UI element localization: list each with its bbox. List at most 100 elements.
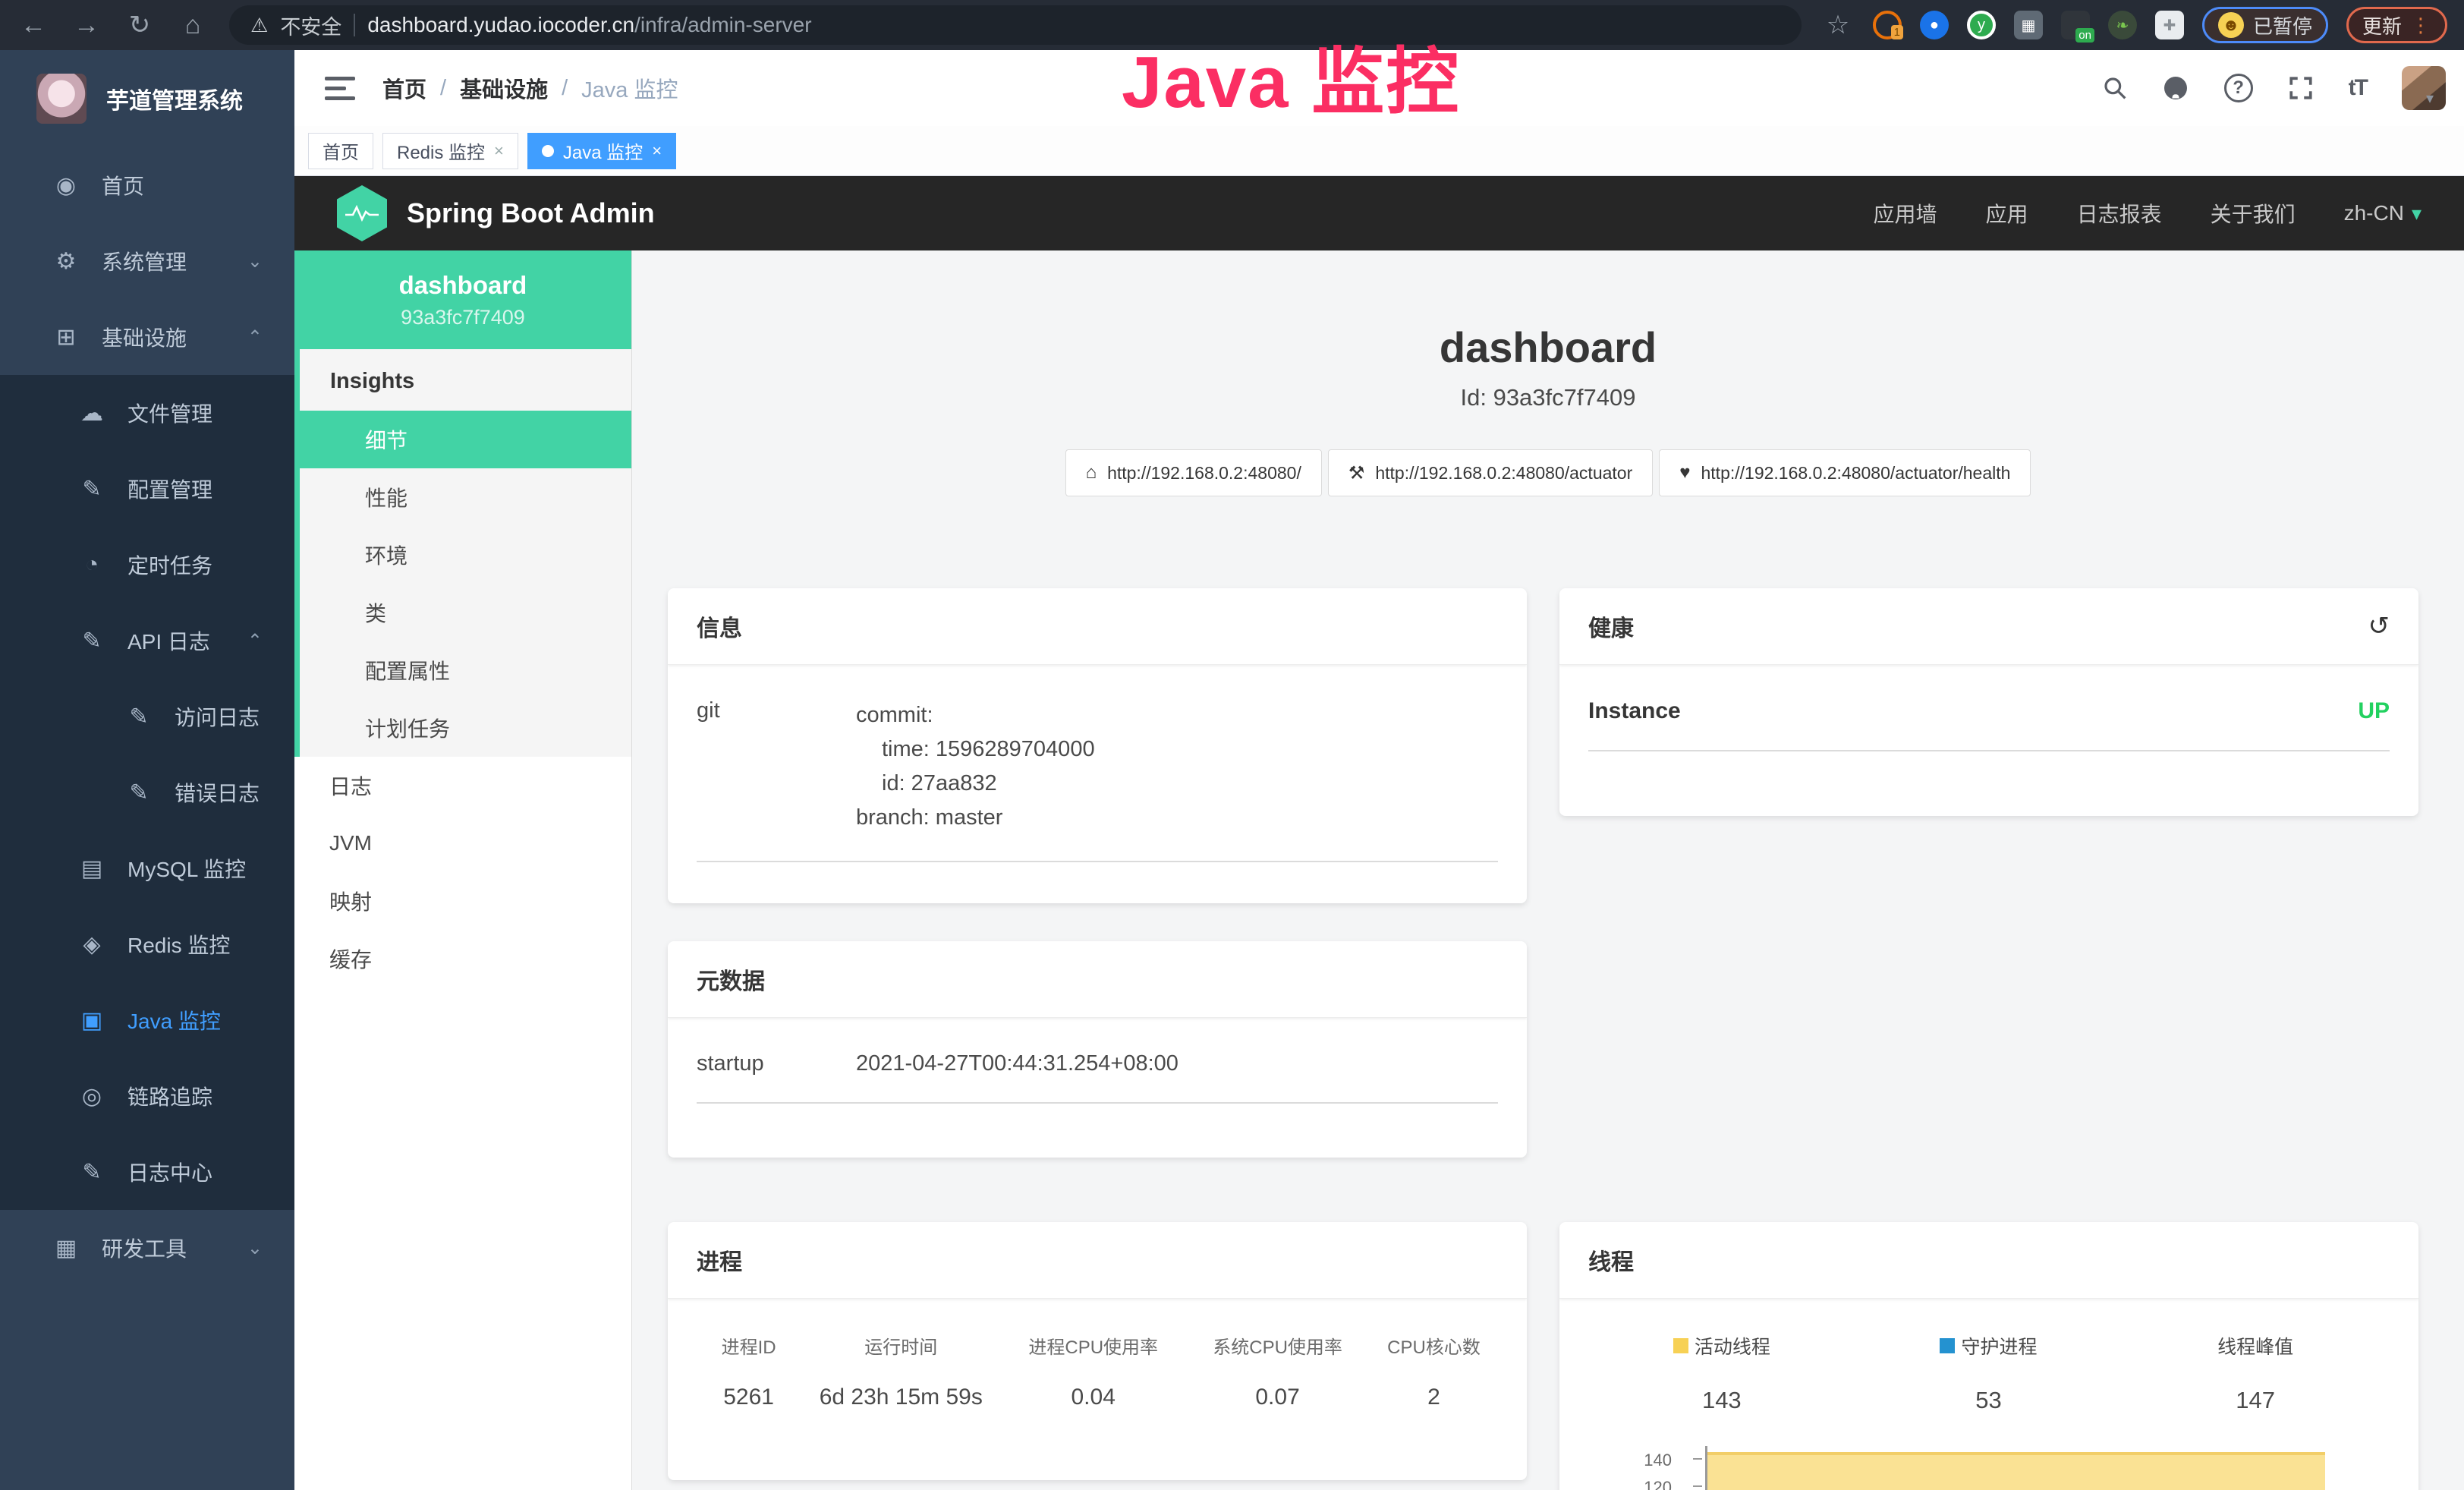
sba-item-caches[interactable]: 缓存 (294, 930, 631, 988)
sba-item-logs[interactable]: 日志 (294, 757, 631, 814)
sba-nav-wallboard[interactable]: 应用墙 (1874, 198, 1937, 228)
admin-sidebar: 芋道管理系统 ◉ 首页 ⚙ 系统管理 ⌄ ⊞ 基础设施 ⌃ ☁ 文件管理 (0, 50, 294, 1490)
extension-leaf-icon[interactable]: ❧ (2108, 11, 2137, 39)
paused-pill[interactable]: ☻ 已暂停 (2202, 7, 2328, 43)
log-icon: ✎ (126, 704, 152, 730)
user-menu[interactable]: ▾ (2402, 66, 2434, 110)
back-icon[interactable]: ← (17, 11, 50, 40)
sidebar-item-api-log[interactable]: ✎ API 日志 ⌃ (0, 603, 294, 679)
sba-item-config-props[interactable]: 配置属性 (300, 641, 631, 699)
kebab-menu-icon: ⋮ (2411, 14, 2431, 37)
health-card-title: 健康 (1588, 610, 1634, 643)
process-card-title: 进程 (697, 1243, 742, 1277)
extensions-puzzle-icon[interactable]: ✚ (2155, 11, 2184, 39)
address-bar[interactable]: ⚠ 不安全 dashboard.yudao.iocoder.cn/infra/a… (229, 5, 1802, 45)
sba-item-environment[interactable]: 环境 (300, 526, 631, 584)
tag-redis-monitor[interactable]: Redis 监控× (382, 133, 518, 169)
github-icon[interactable] (2162, 74, 2189, 102)
history-icon[interactable]: ↺ (2368, 611, 2390, 641)
cloud-upload-icon: ☁ (79, 400, 105, 427)
extension-switch-icon[interactable]: on (2061, 11, 2090, 39)
sba-header: Spring Boot Admin 应用墙 应用 日志报表 关于我们 zh-CN… (294, 176, 2464, 250)
chevron-up-icon: ⌃ (247, 630, 263, 652)
sba-item-classes[interactable]: 类 (300, 584, 631, 641)
sba-item-jvm[interactable]: JVM (294, 814, 631, 872)
extension-pin-icon[interactable]: ● (1920, 11, 1949, 39)
extension-grid-icon[interactable]: ▦ (2014, 11, 2043, 39)
threads-card: 线程 活动线程 守护进程 线程峰值 143 53 (1559, 1222, 2418, 1490)
page-title: dashboard (632, 323, 2464, 372)
log-icon: ✎ (79, 628, 105, 654)
sidebar-item-system[interactable]: ⚙ 系统管理 ⌄ (0, 223, 294, 299)
edit-icon: ✎ (79, 476, 105, 502)
active-threads-swatch (1673, 1338, 1688, 1353)
home-icon[interactable]: ⌂ (176, 11, 209, 40)
sba-nav-about[interactable]: 关于我们 (2211, 198, 2296, 228)
tag-home[interactable]: 首页 (308, 133, 373, 169)
sba-item-metrics[interactable]: 性能 (300, 468, 631, 526)
sba-item-mappings[interactable]: 映射 (294, 872, 631, 930)
sidebar-item-infra[interactable]: ⊞ 基础设施 ⌃ (0, 299, 294, 375)
process-header-row: 进程ID 运行时间 进程CPU使用率 系统CPU使用率 CPU核心数 (697, 1332, 1498, 1359)
sidebar-item-redis-monitor[interactable]: ◈ Redis 监控 (0, 906, 294, 982)
sidebar-item-file-manage[interactable]: ☁ 文件管理 (0, 375, 294, 451)
threads-values: 143 53 147 (1588, 1387, 2390, 1414)
log-icon: ✎ (79, 1159, 105, 1186)
reload-icon[interactable]: ↻ (123, 10, 156, 40)
infrastructure-icon: ⊞ (53, 324, 79, 351)
sidebar-item-access-log[interactable]: ✎ 访问日志 (0, 679, 294, 754)
sidebar-item-trace[interactable]: ◎ 链路追踪 (0, 1058, 294, 1134)
info-value: commit: time: 1596289704000 id: 27aa832 … (856, 698, 1095, 835)
screen: ← → ↻ ⌂ ⚠ 不安全 dashboard.yudao.iocoder.cn… (0, 0, 2464, 1490)
sba-logo-icon[interactable] (337, 185, 387, 241)
fullscreen-icon[interactable] (2288, 75, 2314, 101)
health-instance-label: Instance (1588, 698, 1681, 724)
sba-language-select[interactable]: zh-CN▾ (2344, 201, 2422, 225)
active-threads-area (1707, 1452, 2325, 1490)
update-button[interactable]: 更新 ⋮ (2346, 7, 2447, 43)
close-icon[interactable]: × (494, 141, 504, 161)
sidebar-item-config-manage[interactable]: ✎ 配置管理 (0, 451, 294, 527)
sba-item-scheduled-tasks[interactable]: 计划任务 (300, 699, 631, 757)
sba-nav-applications[interactable]: 应用 (1986, 198, 2028, 228)
sidebar-item-java-monitor[interactable]: ▣ Java 监控 (0, 982, 294, 1058)
extension-y-icon[interactable]: y (1967, 11, 1996, 39)
emoji-face-icon: ☻ (2218, 12, 2244, 38)
tag-java-monitor[interactable]: Java 监控× (527, 133, 676, 169)
sidebar-item-mysql-monitor[interactable]: ▤ MySQL 监控 (0, 830, 294, 906)
app-logo-row[interactable]: 芋道管理系统 (0, 50, 294, 147)
sba-sidebar: dashboard 93a3fc7f7409 Insights 细节 性能 环境… (294, 250, 632, 1490)
sba-item-details[interactable]: 细节 (300, 411, 631, 468)
breadcrumb-current: Java 监控 (581, 72, 678, 104)
search-icon[interactable] (2103, 76, 2127, 100)
health-url-button[interactable]: ♥ http://192.168.0.2:48080/actuator/heal… (1659, 449, 2031, 496)
forward-icon[interactable]: → (70, 11, 103, 40)
annotation-java-monitor: Java 监控 (1122, 23, 1460, 128)
instance-header[interactable]: dashboard 93a3fc7f7409 (294, 250, 631, 349)
peak-threads-value: 147 (2122, 1387, 2389, 1414)
health-card: 健康 ↺ Instance UP (1559, 588, 2418, 816)
actuator-url-button[interactable]: ⚒ http://192.168.0.2:48080/actuator (1328, 449, 1653, 496)
topbar-icons: ? tT ▾ (2103, 66, 2434, 110)
breadcrumb-infra[interactable]: 基础设施 (460, 72, 548, 104)
extension-orange-icon[interactable]: 1 (1873, 11, 1902, 39)
hamburger-icon[interactable] (325, 77, 355, 100)
bookmark-star-icon[interactable]: ☆ (1821, 10, 1855, 40)
process-cpu: 0.04 (1001, 1384, 1185, 1410)
sidebar-item-dev-tools[interactable]: ▦ 研发工具 ⌄ (0, 1210, 294, 1286)
sba-nav-journal[interactable]: 日志报表 (2077, 198, 2162, 228)
metadata-card: 元数据 startup 2021-04-27T00:44:31.254+08:0… (668, 941, 1527, 1158)
home-icon: ⌂ (1086, 462, 1097, 484)
sidebar-item-home[interactable]: ◉ 首页 (0, 147, 294, 223)
sba-brand-title[interactable]: Spring Boot Admin (407, 197, 655, 229)
breadcrumb-home[interactable]: 首页 (382, 72, 426, 104)
redis-icon: ◈ (79, 931, 105, 958)
font-size-icon[interactable]: tT (2349, 75, 2367, 101)
sidebar-item-log-center[interactable]: ✎ 日志中心 (0, 1134, 294, 1210)
close-icon[interactable]: × (652, 141, 662, 161)
sidebar-item-error-log[interactable]: ✎ 错误日志 (0, 754, 294, 830)
sidebar-item-scheduled-task[interactable]: ◔ 定时任务 (0, 527, 294, 603)
user-avatar (2402, 66, 2446, 110)
service-url-button[interactable]: ⌂ http://192.168.0.2:48080/ (1065, 449, 1322, 496)
help-icon[interactable]: ? (2224, 74, 2253, 102)
